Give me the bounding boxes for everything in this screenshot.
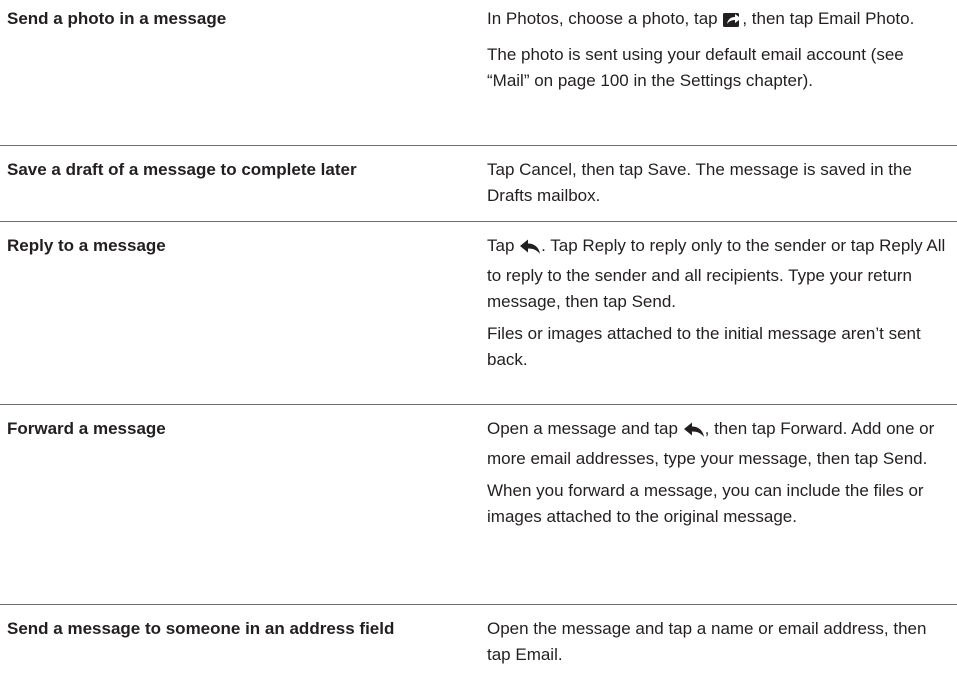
table-row: Reply to a message Tap . Tap Reply to re… bbox=[0, 221, 957, 405]
reply-arrow-icon bbox=[683, 420, 705, 446]
description-paragraph: Tap Cancel, then tap Save. The message i… bbox=[487, 160, 912, 205]
share-icon bbox=[722, 9, 742, 36]
reply-arrow-icon bbox=[519, 237, 541, 263]
description-paragraph: The photo is sent using your default ema… bbox=[487, 45, 904, 90]
description-text: In Photos, choose a photo, tap bbox=[487, 9, 723, 28]
task-description: Open a message and tap , then tap Forwar… bbox=[487, 416, 950, 530]
task-label: Send a photo in a message bbox=[7, 9, 227, 28]
description-paragraph: Open a message and tap , then tap Forwar… bbox=[487, 416, 950, 472]
description-paragraph: Files or images attached to the initial … bbox=[487, 324, 921, 369]
task-label: Send a message to someone in an address … bbox=[7, 619, 395, 638]
table-row: Send a photo in a message In Photos, cho… bbox=[0, 0, 957, 146]
description-paragraph: Open the message and tap a name or email… bbox=[487, 619, 927, 664]
task-label: Forward a message bbox=[7, 419, 166, 438]
table-row: Send a message to someone in an address … bbox=[0, 604, 957, 680]
table-row: Forward a message Open a message and tap… bbox=[0, 404, 957, 605]
description-paragraph: Tap . Tap Reply to reply only to the sen… bbox=[487, 233, 950, 315]
description-text: , then tap Email Photo. bbox=[742, 9, 915, 28]
task-description: Open the message and tap a name or email… bbox=[487, 616, 950, 668]
description-paragraph: When you forward a message, you can incl… bbox=[487, 481, 924, 526]
table-row: Save a draft of a message to complete la… bbox=[0, 145, 957, 222]
task-description: Tap Cancel, then tap Save. The message i… bbox=[487, 157, 950, 209]
description-paragraph: In Photos, choose a photo, tap , then ta… bbox=[487, 6, 950, 36]
description-text: Open a message and tap bbox=[487, 419, 683, 438]
task-description: In Photos, choose a photo, tap , then ta… bbox=[487, 6, 950, 94]
task-description: Tap . Tap Reply to reply only to the sen… bbox=[487, 233, 950, 373]
description-text: . Tap Reply to reply only to the sender … bbox=[487, 236, 946, 311]
task-label: Reply to a message bbox=[7, 236, 166, 255]
task-label: Save a draft of a message to complete la… bbox=[7, 160, 357, 179]
description-text: Tap bbox=[487, 236, 520, 255]
